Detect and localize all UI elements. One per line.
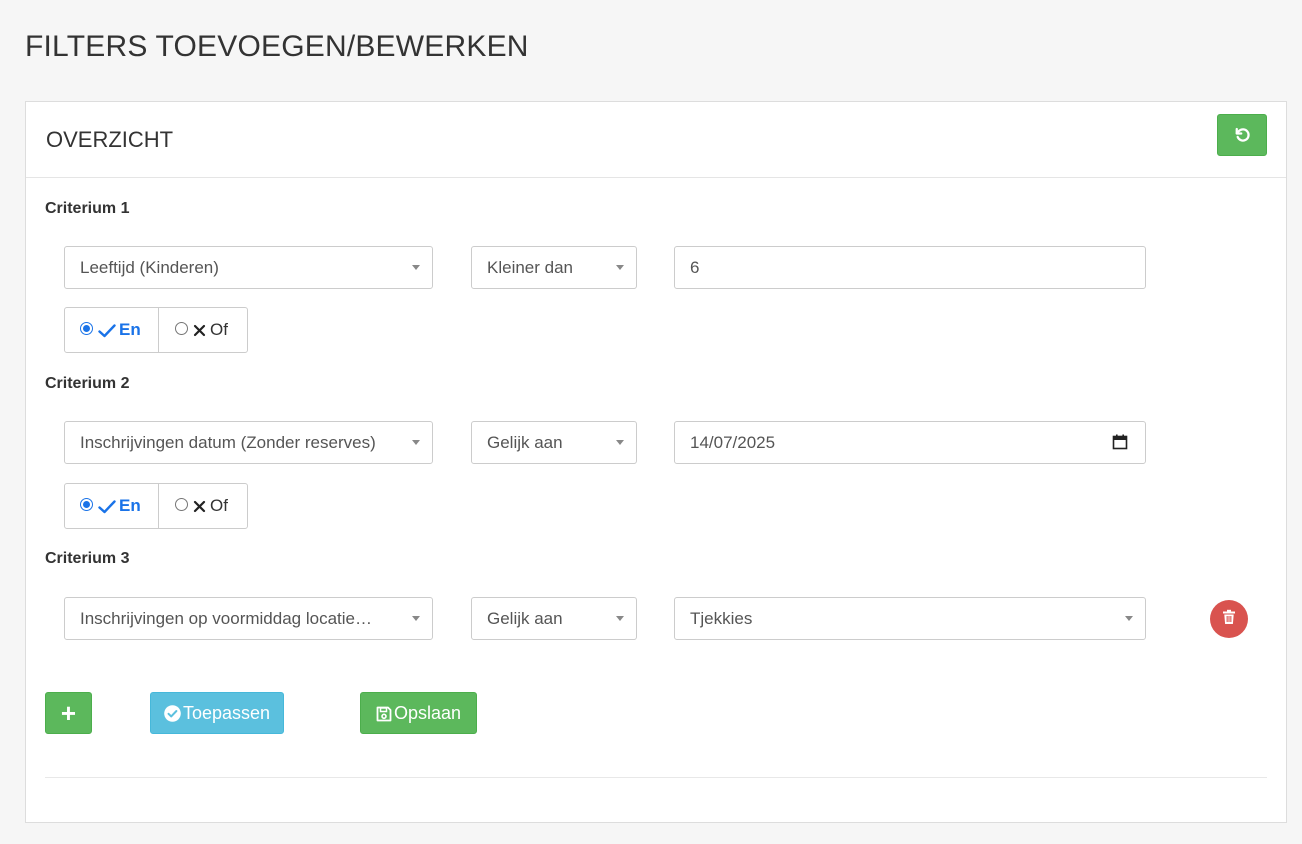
calendar-icon[interactable] (1112, 434, 1128, 455)
save-label: Opslaan (393, 702, 462, 723)
radio-checked[interactable] (80, 321, 93, 335)
radio-checked[interactable] (80, 497, 93, 511)
criterion-3-operator-select[interactable]: Gelijk aan (471, 597, 637, 640)
criterion-2-operator-select[interactable]: Gelijk aan (471, 421, 637, 464)
chevron-down-icon (412, 440, 420, 445)
delete-criterion-button[interactable] (1210, 600, 1248, 638)
criterion-2-or-option[interactable]: Of (159, 484, 247, 528)
criterion-1-operator-select[interactable]: Kleiner dan (471, 246, 637, 289)
radio-unchecked[interactable] (175, 497, 188, 511)
overview-panel: OVERZICHT Criterium 1 Leeftijd (Kinderen… (25, 101, 1287, 823)
criterion-1-logic-toggle: En Of (64, 307, 248, 353)
criterion-3-label: Criterium 3 (45, 550, 130, 567)
or-label: Of (210, 496, 228, 515)
chevron-down-icon (412, 265, 420, 270)
add-criterion-button[interactable]: + (45, 692, 92, 734)
and-label: En (119, 496, 141, 515)
chevron-down-icon (616, 616, 624, 621)
panel-header: OVERZICHT (26, 102, 1286, 178)
criterion-1-label: Criterium 1 (45, 200, 130, 217)
save-icon (376, 703, 392, 724)
trash-icon (1222, 609, 1236, 630)
criterion-3-field-value: Inschrijvingen op voormiddag locatie… (80, 608, 372, 628)
criterion-2-field-select[interactable]: Inschrijvingen datum (Zonder reserves) (64, 421, 433, 464)
criterion-2-value: 14/07/2025 (690, 432, 776, 452)
or-label: Of (210, 320, 228, 339)
criterion-1-operator-value: Kleiner dan (487, 257, 574, 277)
page-title: FILTERS TOEVOEGEN/BEWERKEN (25, 30, 529, 63)
criterion-1-or-option[interactable]: Of (159, 308, 247, 352)
criterion-1-field-value: Leeftijd (Kinderen) (80, 257, 219, 277)
save-button[interactable]: Opslaan (360, 692, 477, 734)
check-circle-icon (164, 703, 181, 724)
check-icon (98, 496, 116, 516)
criterion-3-field-select[interactable]: Inschrijvingen op voormiddag locatie… (64, 597, 433, 640)
chevron-down-icon (616, 265, 624, 270)
divider (45, 777, 1267, 778)
reset-button[interactable] (1217, 114, 1267, 156)
chevron-down-icon (616, 440, 624, 445)
close-icon (193, 320, 206, 340)
and-label: En (119, 320, 141, 339)
criterion-2-logic-toggle: En Of (64, 483, 248, 529)
criterion-2-date-input[interactable]: 14/07/2025 (674, 421, 1146, 464)
criterion-3-operator-value: Gelijk aan (487, 608, 563, 628)
criterion-3-value: Tjekkies (690, 608, 753, 628)
panel-title: OVERZICHT (46, 127, 174, 152)
criterion-2-label: Criterium 2 (45, 375, 130, 392)
criterion-1-field-select[interactable]: Leeftijd (Kinderen) (64, 246, 433, 289)
criterion-3-value-select[interactable]: Tjekkies (674, 597, 1146, 640)
criterion-2-operator-value: Gelijk aan (487, 432, 563, 452)
criterion-2-field-value: Inschrijvingen datum (Zonder reserves) (80, 432, 376, 452)
criterion-1-value-input[interactable]: 6 (674, 246, 1146, 289)
chevron-down-icon (412, 616, 420, 621)
plus-icon: + (60, 698, 77, 728)
close-icon (193, 496, 206, 516)
apply-label: Toepassen (182, 702, 271, 723)
apply-button[interactable]: Toepassen (150, 692, 284, 734)
criterion-1-and-option[interactable]: En (65, 308, 159, 352)
radio-unchecked[interactable] (175, 321, 188, 335)
check-icon (98, 320, 116, 340)
criterion-1-value: 6 (690, 257, 700, 277)
criterion-2-and-option[interactable]: En (65, 484, 159, 528)
chevron-down-icon (1125, 616, 1133, 621)
undo-icon (1233, 126, 1251, 144)
